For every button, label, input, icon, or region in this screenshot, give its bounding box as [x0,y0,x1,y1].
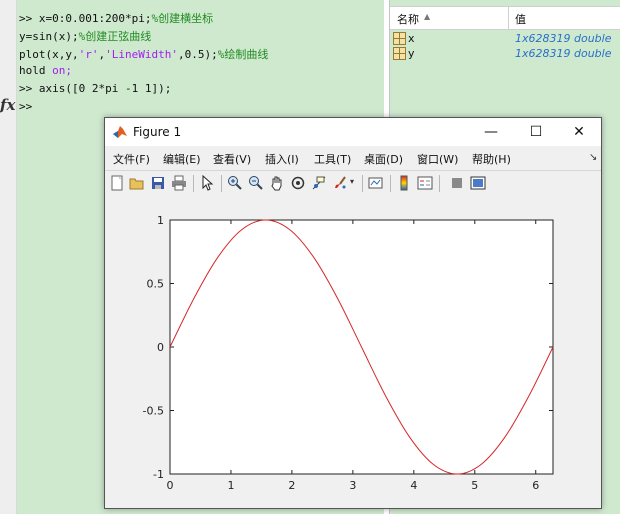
zoom-in-icon[interactable] [227,175,243,191]
workspace-row-x[interactable]: x 1x628319 double [390,31,620,46]
menu-window[interactable]: 窗口(W) [417,151,458,167]
y-tick-label: 0.5 [147,278,165,291]
save-icon[interactable] [150,175,166,191]
y-tick-label: -0.5 [143,405,164,418]
column-header-value[interactable]: 值 [515,11,526,27]
y-tick-label: 0 [157,341,164,354]
zoom-out-icon[interactable] [248,175,264,191]
legend-icon[interactable] [417,175,433,191]
toolbar-separator [390,175,391,192]
toolbar-separator [221,175,222,192]
command-prompt[interactable]: >> [19,100,32,113]
link-plot-icon[interactable] [368,175,384,191]
dock-arrow-icon[interactable]: ↘ [589,152,597,163]
data-cursor-icon[interactable] [311,175,327,191]
figure-toolbar: ▾ [105,170,601,197]
column-divider[interactable] [508,7,509,29]
print-icon[interactable] [171,175,187,191]
variable-matrix-icon [393,32,406,45]
toolbar-separator [193,175,194,192]
x-tick-label: 5 [471,479,478,492]
brush-icon[interactable] [332,175,348,191]
x-tick-label: 0 [167,479,174,492]
function-browser-icon[interactable]: fx [0,96,15,114]
maximize-button[interactable]: ☐ [514,118,558,146]
variable-matrix-icon [393,47,406,60]
x-tick-label: 4 [410,479,417,492]
y-tick-label: 1 [157,214,164,227]
command-line-3: plot(x,y,'r','LineWidth',0.5);%绘制曲线 [19,48,269,61]
figure-window: Figure 1 — ☐ ✕ 文件(F) 编辑(E) 查看(V) 插入(I) 工… [104,117,602,509]
figure-title: Figure 1 [133,125,182,139]
workspace-header: 名称 ▲ 值 [390,6,620,30]
show-plot-tools-icon[interactable] [470,175,486,191]
menu-tools[interactable]: 工具(T) [314,151,351,167]
menu-help[interactable]: 帮助(H) [472,151,511,167]
x-tick-label: 1 [227,479,234,492]
x-tick-label: 2 [288,479,295,492]
pan-hand-icon[interactable] [269,175,285,191]
minimize-button[interactable]: — [469,118,513,146]
toolbar-separator [362,175,363,192]
menu-edit[interactable]: 编辑(E) [163,151,201,167]
command-line-2: y=sin(x);%创建正弦曲线 [19,30,152,43]
y-tick-label: -1 [153,468,164,481]
figure-menubar: 文件(F) 编辑(E) 查看(V) 插入(I) 工具(T) 桌面(D) 窗口(W… [105,147,601,169]
menu-view[interactable]: 查看(V) [213,151,251,167]
command-window-gutter [0,0,17,514]
command-line-5: >> axis([0 2*pi -1 1]); [19,82,172,95]
column-header-name[interactable]: 名称 [397,11,419,27]
open-file-icon[interactable] [129,175,145,191]
rotate-3d-icon[interactable] [290,175,306,191]
toolbar-separator [439,175,440,192]
command-line-1: >> x=0:0.001:200*pi;%创建横坐标 [19,12,214,25]
workspace-row-y[interactable]: y 1x628319 double [390,46,620,61]
x-tick-label: 6 [532,479,539,492]
menu-insert[interactable]: 插入(I) [265,151,299,167]
variable-value: 1x628319 double [515,32,612,45]
command-line-4: hold on; [19,64,72,77]
sort-ascending-icon: ▲ [424,12,431,21]
pointer-icon[interactable] [199,175,215,191]
x-tick-label: 3 [349,479,356,492]
variable-name: y [408,47,415,60]
close-button[interactable]: ✕ [557,118,601,146]
menu-desktop[interactable]: 桌面(D) [364,151,403,167]
figure-titlebar[interactable]: Figure 1 — ☐ ✕ [105,118,601,146]
plot-area[interactable]: 0 1 2 3 4 5 6 1 0.5 0 -0.5 -1 [105,196,601,508]
hide-plot-tools-icon[interactable] [449,175,465,191]
variable-name: x [408,32,415,45]
variable-value: 1x628319 double [515,47,612,60]
menu-file[interactable]: 文件(F) [113,151,150,167]
brush-dropdown-icon[interactable]: ▾ [350,177,354,186]
new-figure-icon[interactable] [109,175,125,191]
chart-svg: 0 1 2 3 4 5 6 1 0.5 0 -0.5 -1 [143,214,554,492]
colorbar-icon[interactable] [396,175,412,191]
matlab-logo-icon [113,126,127,138]
